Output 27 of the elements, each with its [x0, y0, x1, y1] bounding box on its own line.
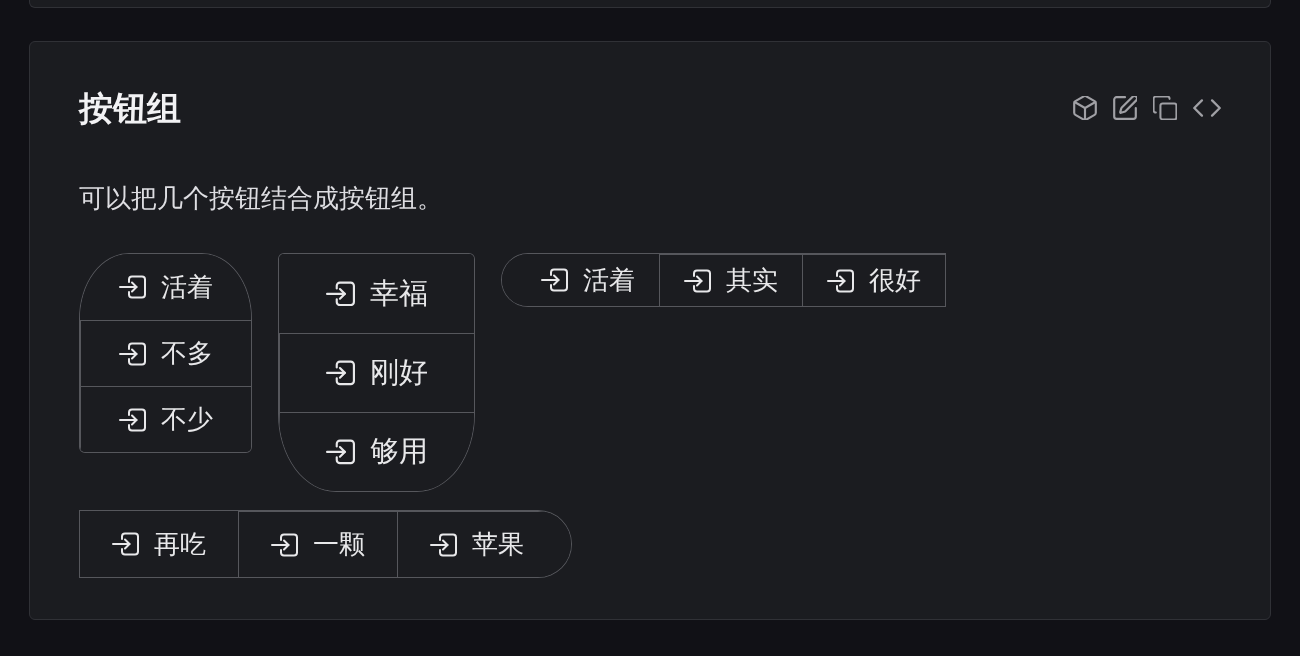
- copy-icon[interactable]: [1153, 96, 1177, 120]
- log-in-icon: [271, 532, 298, 557]
- code-icon[interactable]: [1193, 99, 1221, 117]
- log-in-icon: [430, 532, 457, 557]
- log-in-icon: [325, 280, 355, 307]
- log-in-icon: [112, 532, 139, 556]
- log-in-icon: [684, 268, 711, 293]
- log-in-icon: [541, 268, 568, 292]
- group-button[interactable]: 一颗: [238, 511, 397, 577]
- log-in-icon: [827, 268, 854, 293]
- group-button[interactable]: 刚好: [279, 333, 474, 412]
- log-in-icon: [119, 407, 146, 432]
- group-button[interactable]: 很好: [802, 254, 945, 306]
- group-button[interactable]: 够用: [279, 412, 474, 491]
- section-title: 按钮组: [79, 87, 181, 130]
- group-button[interactable]: 不少: [80, 386, 251, 452]
- group-button[interactable]: 其实: [659, 254, 802, 306]
- cube-icon[interactable]: [1073, 96, 1097, 120]
- group-button[interactable]: 活着: [80, 254, 251, 320]
- log-in-icon: [118, 275, 146, 299]
- description-text: 可以把几个按钮结合成按钮组。: [79, 182, 444, 215]
- group-button[interactable]: 苹果: [397, 511, 571, 577]
- log-in-icon: [119, 341, 146, 366]
- edit-icon[interactable]: [1113, 96, 1137, 120]
- log-in-icon: [326, 360, 355, 386]
- group-button[interactable]: 不多: [80, 320, 251, 386]
- log-in-icon: [326, 439, 355, 465]
